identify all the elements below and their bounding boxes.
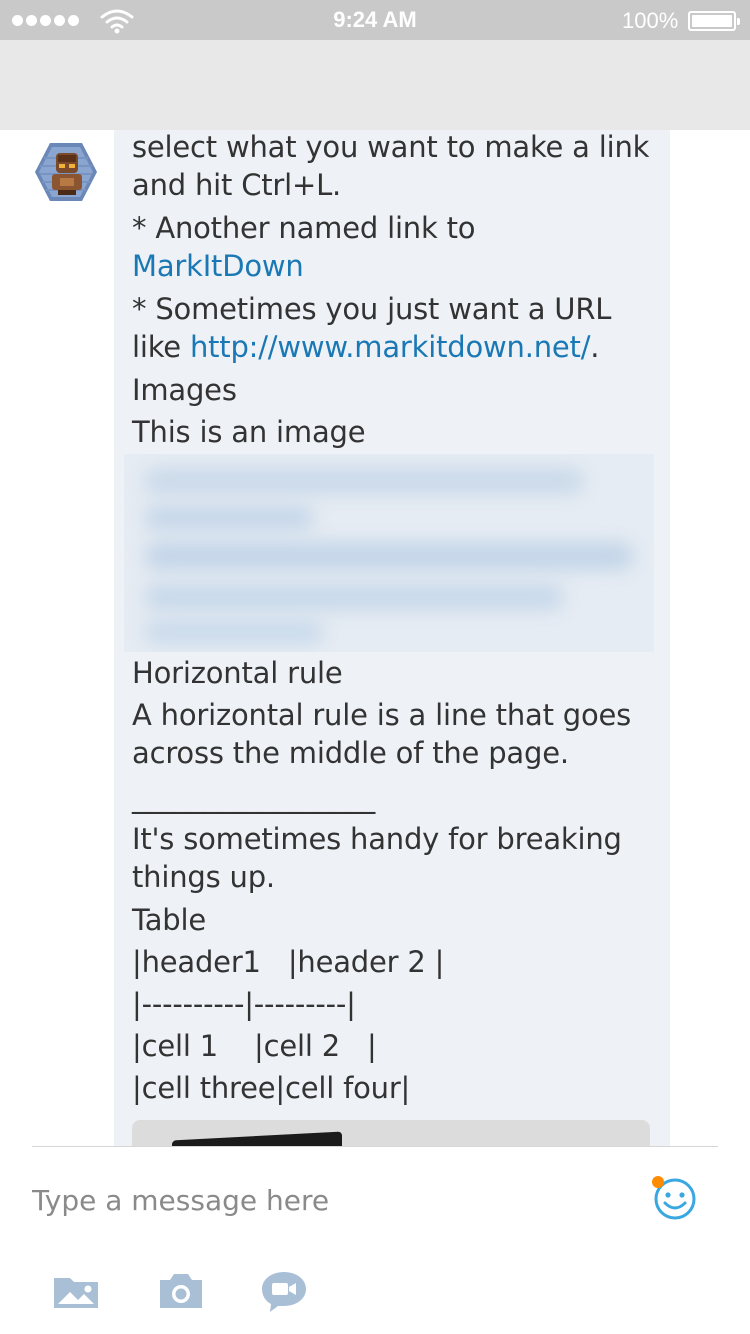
message-text: and hit Ctrl+L. — [132, 168, 342, 202]
video-message-icon[interactable] — [258, 1270, 310, 1312]
embedded-image[interactable] — [124, 454, 654, 652]
message-heading: Images — [132, 373, 237, 407]
message-bubble: select what you want to make a link and … — [114, 130, 670, 1146]
table-text: |header1 |header 2 | — [132, 945, 445, 979]
markitdown-link[interactable]: MarkItDown — [132, 249, 304, 283]
message-text: * Another named link to — [132, 211, 476, 245]
message-text: like http://www.markitdown.net/. — [132, 330, 600, 364]
composer-divider — [32, 1146, 718, 1147]
table-text: |cell 1 |cell 2 | — [132, 1029, 377, 1063]
camera-icon[interactable] — [154, 1270, 206, 1312]
message-heading: Horizontal rule — [132, 656, 343, 690]
chat-area[interactable]: select what you want to make a link and … — [0, 130, 750, 1146]
next-message-card[interactable] — [132, 1120, 650, 1146]
message-text: select what you want to make a link — [132, 130, 650, 164]
url-link[interactable]: http://www.markitdown.net/ — [190, 330, 591, 364]
message-input[interactable] — [32, 1180, 612, 1220]
message-text: It's sometimes handy for breaking — [132, 822, 622, 856]
message-text: across the middle of the page. — [132, 736, 569, 770]
message-text: This is an image — [132, 415, 366, 449]
gallery-icon[interactable] — [50, 1270, 102, 1312]
message-heading: Table — [132, 903, 206, 937]
horizontal-rule-text: _________________ — [132, 780, 376, 814]
notification-dot — [652, 1176, 664, 1188]
message-text: things up. — [132, 860, 275, 894]
status-bar: 9:24 AM 100% — [0, 0, 750, 40]
message-text: A horizontal rule is a line that goes — [132, 698, 632, 732]
table-text: |----------|---------| — [132, 987, 356, 1021]
table-text: |cell three|cell four| — [132, 1071, 411, 1105]
battery-percent: 100% — [622, 8, 679, 33]
message-text: * Sometimes you just want a URL — [132, 292, 612, 326]
conversation-header — [0, 40, 750, 130]
battery-icon — [688, 11, 740, 31]
bot-avatar-icon[interactable] — [34, 140, 98, 204]
